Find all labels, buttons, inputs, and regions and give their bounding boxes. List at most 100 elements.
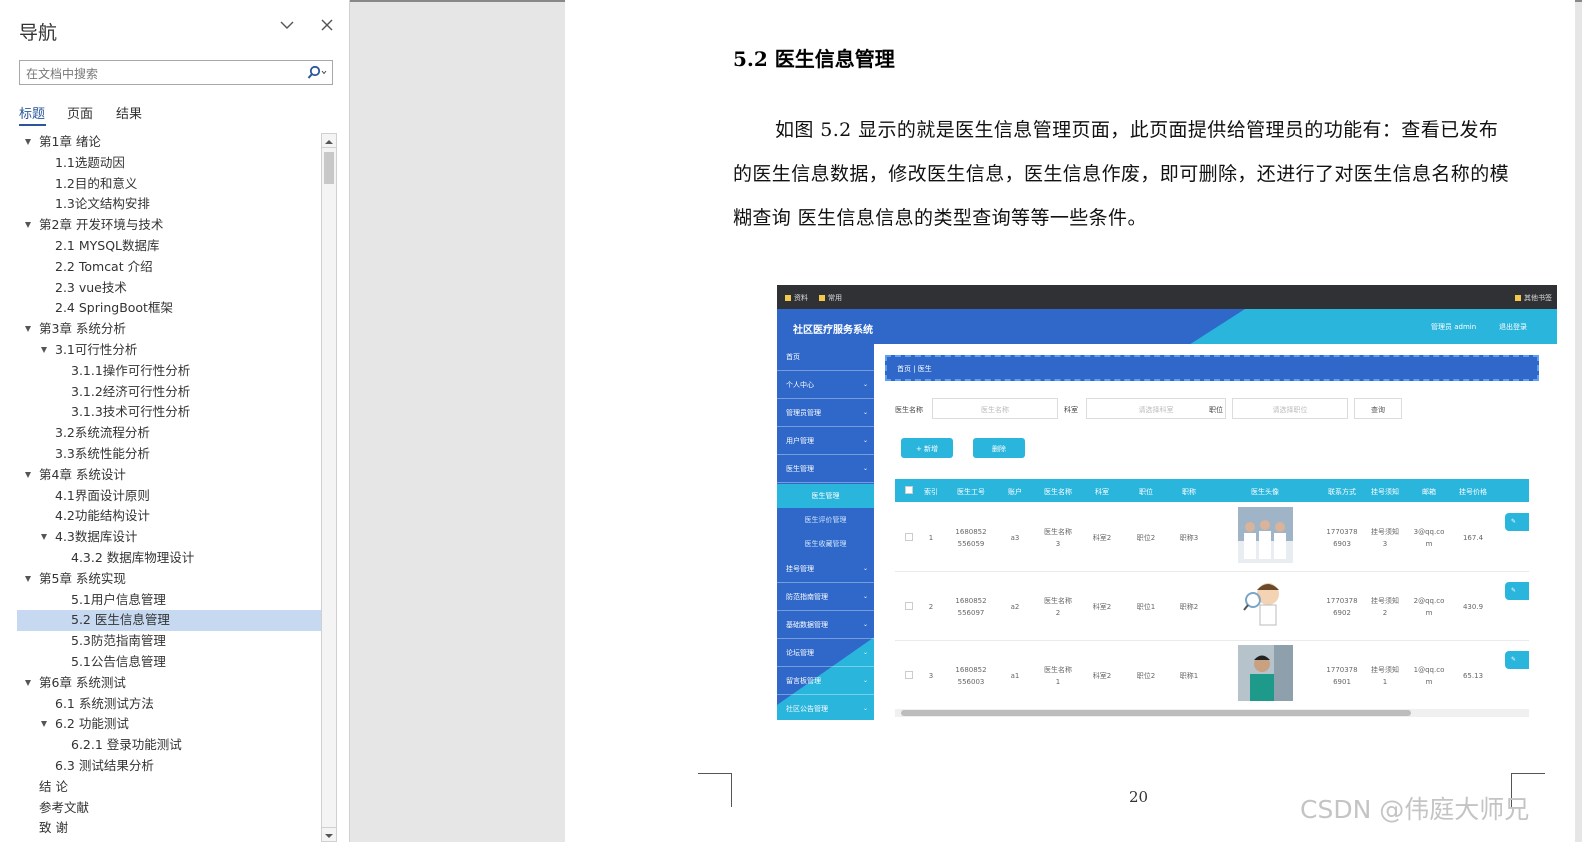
nav-heading-item[interactable]: 第4章 系统设计 — [17, 465, 321, 486]
expand-arrow-icon[interactable] — [25, 222, 31, 229]
search-input[interactable]: 在文档中搜索 — [19, 60, 333, 85]
expand-arrow-icon[interactable] — [41, 721, 47, 728]
nav-heading-label: 2.4 SpringBoot框架 — [55, 300, 173, 316]
nav-heading-item[interactable]: 第2章 开发环境与技术 — [17, 215, 321, 236]
nav-heading-item[interactable]: 结 论 — [17, 777, 321, 798]
nav-heading-item[interactable]: 3.1.1操作可行性分析 — [17, 361, 321, 382]
nav-heading-item[interactable]: 5.3防范指南管理 — [17, 631, 321, 652]
watermark: CSDN @伟庭大师兄 — [1300, 795, 1530, 824]
nav-heading-item[interactable]: 5.2 医生信息管理 — [17, 610, 321, 632]
expand-arrow-icon[interactable] — [41, 534, 47, 541]
scroll-up-arrow[interactable] — [322, 134, 336, 148]
chevron-down-icon: ⌄ — [862, 565, 868, 572]
table-column-header: 挂号价格 — [1459, 488, 1487, 496]
expand-arrow-icon[interactable] — [41, 346, 47, 353]
expand-arrow-icon[interactable] — [25, 575, 31, 582]
nav-heading-item[interactable]: 4.3数据库设计 — [17, 527, 321, 548]
expand-arrow-icon[interactable] — [25, 326, 31, 333]
table-cell: 职位1 — [1136, 603, 1156, 611]
nav-heading-item[interactable]: 2.4 SpringBoot框架 — [17, 298, 321, 319]
doctor-name-label: 医生名称 — [895, 406, 923, 414]
nav-heading-item[interactable]: 6.1 系统测试方法 — [17, 694, 321, 715]
table-row: 3 1680852 556003 a1 医生名称 1 科室2 职位2 职称1 1770378 … — [895, 641, 1529, 710]
nav-heading-item[interactable]: 1.1选题动因 — [17, 153, 321, 174]
table-cell: 1 — [928, 534, 934, 542]
nav-heading-item[interactable]: 3.1.3技术可行性分析 — [17, 402, 321, 423]
expand-arrow-icon[interactable] — [25, 471, 31, 478]
nav-heading-item[interactable]: 4.3.2 数据库物理设计 — [17, 548, 321, 569]
nav-heading-item[interactable]: 1.3论文结构安排 — [17, 194, 321, 215]
tab-pages[interactable]: 页面 — [67, 103, 93, 122]
nav-heading-item[interactable]: 2.2 Tomcat 介绍 — [17, 257, 321, 278]
nav-heading-item[interactable]: 2.3 vue技术 — [17, 278, 321, 299]
app-submenu-item: 医生收藏管理 — [804, 540, 847, 548]
app-submenu-item: 医生管理 — [777, 484, 874, 508]
table-cell: a1 — [1010, 672, 1020, 680]
nav-heading-item[interactable]: 第6章 系统测试 — [17, 673, 321, 694]
nav-heading-label: 2.1 MYSQL数据库 — [55, 237, 160, 253]
nav-heading-label: 1.1选题动因 — [55, 154, 125, 170]
app-menu-label: 挂号管理 — [786, 565, 814, 573]
nav-heading-item[interactable]: 6.2.1 登录功能测试 — [17, 735, 321, 756]
table-cell: 1680852 556003 — [955, 666, 987, 686]
scrollbar-thumb[interactable] — [324, 152, 334, 184]
chevron-down-icon[interactable] — [280, 18, 294, 32]
scroll-down-arrow[interactable] — [322, 827, 336, 841]
nav-heading-item[interactable]: 第3章 系统分析 — [17, 319, 321, 340]
nav-title: 导航 — [19, 22, 58, 44]
table-cell: 科室2 — [1092, 603, 1112, 611]
nav-scrollbar[interactable] — [321, 133, 337, 842]
nav-heading-item[interactable]: 1.2目的和意义 — [17, 174, 321, 195]
table-cell: 挂号须知 3 — [1371, 528, 1399, 548]
app-menu-label: 医生管理 — [786, 465, 814, 473]
table-column-header: 科室 — [1095, 488, 1109, 496]
search-icon[interactable] — [306, 64, 328, 82]
active-tab-underline — [19, 124, 46, 126]
nav-heading-item[interactable]: 参考文献 — [17, 798, 321, 819]
document-page: 5.2 医生信息管理 如图 5.2 显示的就是医生信息管理页面，此页面提供给管理… — [565, 0, 1575, 842]
nav-heading-item[interactable]: 2.1 MYSQL数据库 — [17, 236, 321, 257]
nav-heading-item[interactable]: 4.1界面设计原则 — [17, 486, 321, 507]
nav-heading-item[interactable]: 6.2 功能测试 — [17, 714, 321, 735]
nav-heading-item[interactable]: 3.1可行性分析 — [17, 340, 321, 361]
nav-heading-label: 6.3 测试结果分析 — [55, 757, 154, 773]
nav-heading-label: 3.3系统性能分析 — [55, 445, 150, 461]
nav-heading-label: 第2章 开发环境与技术 — [39, 217, 164, 233]
nav-heading-label: 第5章 系统实现 — [39, 570, 126, 586]
nav-heading-label: 2.3 vue技术 — [55, 279, 127, 295]
expand-arrow-icon[interactable] — [25, 139, 31, 145]
app-menu-item: 个人中心 ⌄ — [777, 372, 874, 399]
nav-heading-item[interactable]: 6.3 测试结果分析 — [17, 756, 321, 777]
nav-heading-label: 5.3防范指南管理 — [71, 633, 166, 649]
nav-heading-item[interactable]: 5.1用户信息管理 — [17, 590, 321, 611]
nav-heading-item[interactable]: 致 谢 — [17, 818, 321, 839]
chevron-down-icon: ⌄ — [862, 649, 868, 656]
table-horizontal-scrollbar — [895, 709, 1529, 717]
table-column-header: 职位 — [1139, 488, 1153, 496]
close-icon[interactable] — [319, 17, 335, 33]
table-cell: 挂号须知 1 — [1371, 666, 1399, 686]
table-cell: 430.9 — [1462, 603, 1484, 611]
nav-heading-item[interactable]: 3.2系统流程分析 — [17, 423, 321, 444]
nav-heading-label: 5.1用户信息管理 — [71, 591, 166, 607]
nav-heading-item[interactable]: 4.2功能结构设计 — [17, 506, 321, 527]
nav-heading-item[interactable]: 第5章 系统实现 — [17, 569, 321, 590]
nav-heading-item[interactable]: 5.1公告信息管理 — [17, 652, 321, 673]
nav-heading-item[interactable]: 3.3系统性能分析 — [17, 444, 321, 465]
nav-heading-label: 3.1.2经济可行性分析 — [71, 383, 191, 399]
expand-arrow-icon[interactable] — [25, 679, 31, 686]
chevron-down-icon: ⌄ — [862, 705, 868, 712]
table-cell: 65.13 — [1462, 672, 1484, 680]
nav-heading-item[interactable]: 3.1.2经济可行性分析 — [17, 382, 321, 403]
app-menu-item: 基础数据管理 ⌄ — [777, 612, 874, 639]
app-menu-item: 用户管理 ⌄ — [777, 428, 874, 455]
table-cell: 医生名称 3 — [1044, 528, 1072, 548]
tab-results[interactable]: 结果 — [116, 103, 142, 122]
app-menu-item: 社区公告管理 ⌄ — [777, 696, 874, 720]
nav-heading-item[interactable]: 第1章 绪论 — [17, 132, 321, 153]
tab-headings[interactable]: 标题 — [19, 103, 45, 122]
chevron-down-icon: ⌄ — [862, 465, 868, 472]
user-label: 管理员 admin — [1431, 323, 1477, 331]
app-menu-label: 论坛管理 — [786, 649, 814, 657]
table-cell: 科室2 — [1092, 534, 1112, 542]
